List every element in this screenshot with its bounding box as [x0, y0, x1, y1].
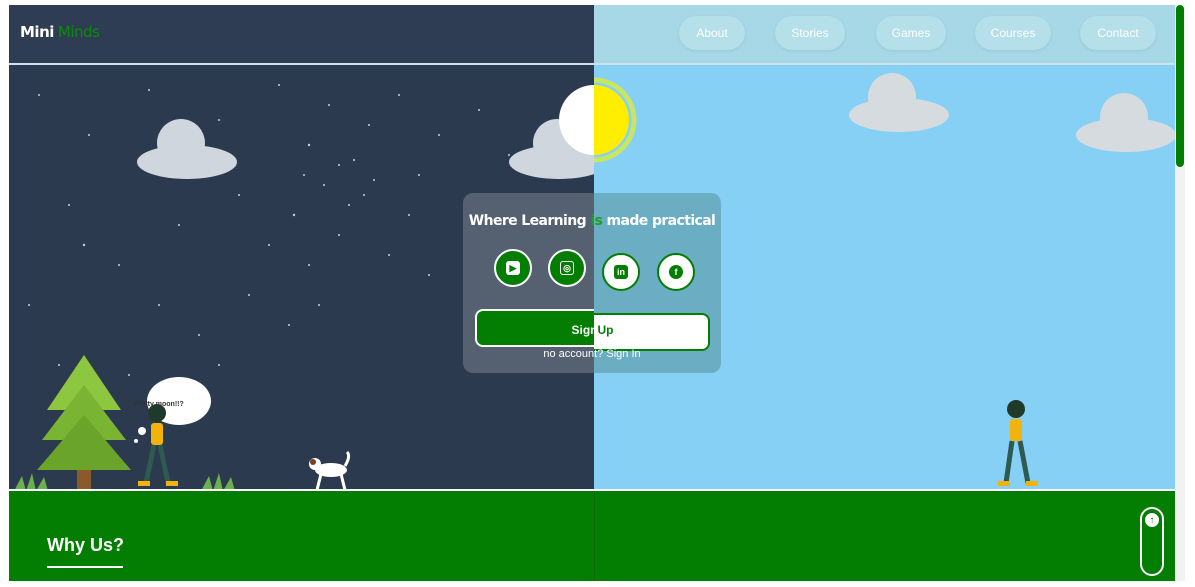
facebook-icon: f: [669, 265, 683, 279]
grass-illustration: [201, 473, 235, 491]
hero-viewport: Pretty moon!!? Mini Minds About Stories …: [9, 5, 1175, 581]
hero-card: Where Learning is made practical ▶ ◎ in …: [463, 193, 721, 373]
signup-label-left: Sign: [571, 323, 598, 337]
thought-bubble-text: Pretty moon!!?: [134, 401, 184, 408]
youtube-link[interactable]: ▶: [494, 249, 532, 287]
headline-accent: is: [590, 213, 603, 229]
facebook-link[interactable]: f: [657, 253, 695, 291]
hero-headline: Where Learning is made practical: [463, 213, 721, 229]
signup-label-right: Up: [597, 323, 614, 337]
sign-in-link[interactable]: Sign In: [606, 348, 640, 360]
why-us-heading: Why Us?: [47, 535, 125, 555]
scroll-to-top-button[interactable]: ↑: [1140, 507, 1164, 576]
page-scrollbar[interactable]: [1175, 5, 1185, 581]
logo-accent: Minds: [57, 23, 100, 41]
nav-games[interactable]: Games: [876, 16, 946, 50]
no-account-label: no account: [543, 348, 598, 360]
headline-part2: made practical: [602, 213, 716, 229]
nav-stories[interactable]: Stories: [775, 16, 845, 50]
no-account-tail: ?: [597, 348, 607, 360]
child-character: [998, 400, 1038, 486]
linkedin-link[interactable]: in: [602, 253, 640, 291]
nav-contact[interactable]: Contact: [1080, 16, 1156, 50]
instagram-link[interactable]: ◎: [548, 249, 586, 287]
dog-illustration: [309, 450, 351, 491]
heading-underline: [47, 566, 123, 568]
navbar-divider: [9, 63, 1175, 65]
youtube-icon: ▶: [506, 261, 520, 275]
headline-part1: Where Learning: [468, 213, 591, 229]
scrollbar-thumb[interactable]: [1176, 5, 1184, 167]
grass-illustration: [14, 473, 48, 491]
nav-courses[interactable]: Courses: [975, 16, 1051, 50]
signup-label[interactable]: Sign Up: [475, 309, 710, 351]
no-account-text: no account? Sign In: [463, 348, 721, 360]
section-divider: [594, 491, 595, 581]
why-us-section: [9, 491, 1175, 581]
nav-about[interactable]: About: [679, 16, 745, 50]
arrow-up-icon: ↑: [1145, 513, 1159, 527]
logo-main: Mini: [20, 23, 54, 41]
instagram-icon: ◎: [560, 261, 574, 275]
linkedin-icon: in: [614, 265, 628, 279]
site-logo[interactable]: Mini Minds: [20, 23, 100, 41]
